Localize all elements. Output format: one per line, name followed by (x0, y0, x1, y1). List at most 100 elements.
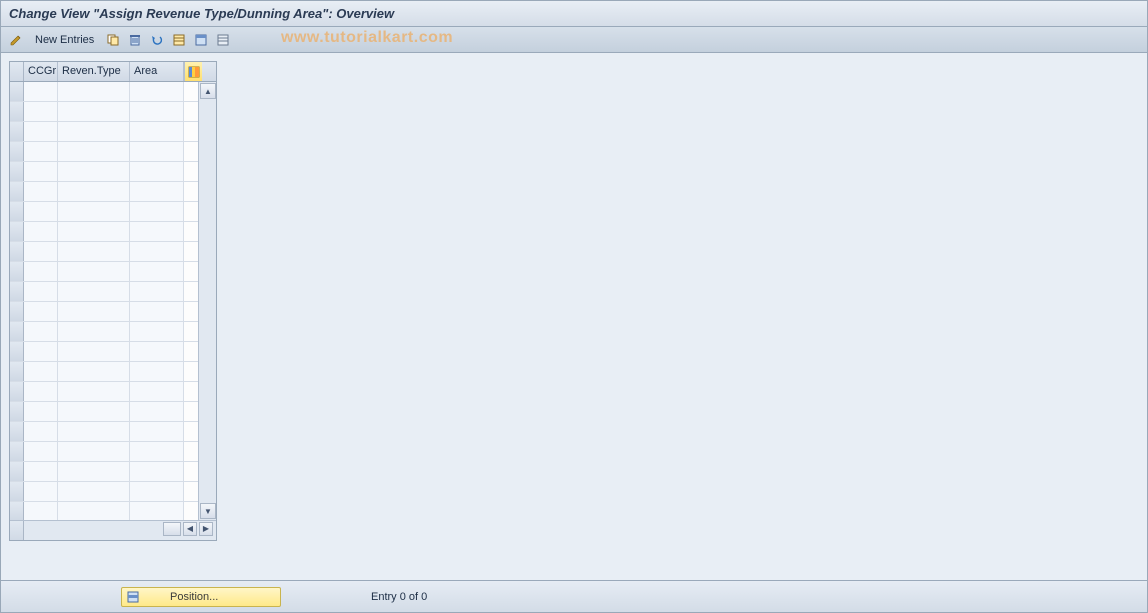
cell-ccgr[interactable] (24, 242, 58, 261)
cell-ccgr[interactable] (24, 82, 58, 101)
cell-area[interactable] (130, 442, 184, 461)
cell-area[interactable] (130, 362, 184, 381)
deselect-all-icon[interactable] (214, 31, 232, 49)
horizontal-scrollbar[interactable]: ◀ ▶ (25, 522, 215, 540)
cell-area[interactable] (130, 262, 184, 281)
cell-area[interactable] (130, 342, 184, 361)
row-selector[interactable] (10, 462, 24, 481)
cell-ccgr[interactable] (24, 182, 58, 201)
row-selector[interactable] (10, 82, 24, 101)
select-all-rows-button[interactable] (10, 62, 24, 81)
cell-ccgr[interactable] (24, 222, 58, 241)
cell-ccgr[interactable] (24, 302, 58, 321)
column-header-ccgr[interactable]: CCGr (24, 62, 58, 81)
row-selector[interactable] (10, 122, 24, 141)
cell-area[interactable] (130, 102, 184, 121)
row-selector[interactable] (10, 322, 24, 341)
table-row[interactable] (10, 462, 198, 482)
cell-reven-type[interactable] (58, 242, 130, 261)
scroll-down-button[interactable]: ▼ (200, 503, 216, 519)
table-row[interactable] (10, 502, 198, 520)
cell-area[interactable] (130, 162, 184, 181)
footer-selector[interactable] (10, 521, 24, 540)
cell-reven-type[interactable] (58, 262, 130, 281)
cell-reven-type[interactable] (58, 502, 130, 520)
table-settings-button[interactable] (184, 62, 202, 81)
row-selector[interactable] (10, 262, 24, 281)
copy-as-icon[interactable] (104, 31, 122, 49)
cell-reven-type[interactable] (58, 102, 130, 121)
cell-reven-type[interactable] (58, 182, 130, 201)
vertical-scrollbar[interactable]: ▲ ▼ (198, 82, 216, 520)
cell-ccgr[interactable] (24, 402, 58, 421)
table-row[interactable] (10, 322, 198, 342)
cell-area[interactable] (130, 322, 184, 341)
cell-reven-type[interactable] (58, 442, 130, 461)
cell-ccgr[interactable] (24, 382, 58, 401)
cell-area[interactable] (130, 422, 184, 441)
cell-ccgr[interactable] (24, 102, 58, 121)
row-selector[interactable] (10, 302, 24, 321)
scroll-up-button[interactable]: ▲ (200, 83, 216, 99)
table-row[interactable] (10, 242, 198, 262)
cell-area[interactable] (130, 182, 184, 201)
row-selector[interactable] (10, 342, 24, 361)
scroll-left-button[interactable]: ◀ (183, 522, 197, 536)
scroll-right-button[interactable]: ▶ (199, 522, 213, 536)
cell-reven-type[interactable] (58, 462, 130, 481)
cell-ccgr[interactable] (24, 422, 58, 441)
cell-ccgr[interactable] (24, 442, 58, 461)
cell-ccgr[interactable] (24, 262, 58, 281)
cell-area[interactable] (130, 382, 184, 401)
table-row[interactable] (10, 482, 198, 502)
row-selector[interactable] (10, 162, 24, 181)
table-row[interactable] (10, 302, 198, 322)
table-row[interactable] (10, 422, 198, 442)
cell-reven-type[interactable] (58, 322, 130, 341)
table-row[interactable] (10, 282, 198, 302)
row-selector[interactable] (10, 242, 24, 261)
cell-area[interactable] (130, 122, 184, 141)
table-row[interactable] (10, 442, 198, 462)
select-all-icon[interactable] (170, 31, 188, 49)
row-selector[interactable] (10, 182, 24, 201)
row-selector[interactable] (10, 142, 24, 161)
row-selector[interactable] (10, 422, 24, 441)
cell-reven-type[interactable] (58, 282, 130, 301)
cell-area[interactable] (130, 402, 184, 421)
row-selector[interactable] (10, 222, 24, 241)
cell-ccgr[interactable] (24, 122, 58, 141)
select-block-icon[interactable] (192, 31, 210, 49)
cell-reven-type[interactable] (58, 402, 130, 421)
undo-change-icon[interactable] (148, 31, 166, 49)
cell-area[interactable] (130, 242, 184, 261)
row-selector[interactable] (10, 102, 24, 121)
cell-ccgr[interactable] (24, 162, 58, 181)
delete-icon[interactable] (126, 31, 144, 49)
cell-area[interactable] (130, 502, 184, 520)
table-row[interactable] (10, 202, 198, 222)
table-row[interactable] (10, 142, 198, 162)
cell-reven-type[interactable] (58, 422, 130, 441)
table-row[interactable] (10, 102, 198, 122)
cell-area[interactable] (130, 482, 184, 501)
toggle-display-change-icon[interactable] (7, 31, 25, 49)
cell-area[interactable] (130, 82, 184, 101)
row-selector[interactable] (10, 382, 24, 401)
table-row[interactable] (10, 342, 198, 362)
row-selector[interactable] (10, 202, 24, 221)
table-row[interactable] (10, 382, 198, 402)
table-row[interactable] (10, 82, 198, 102)
new-entries-button[interactable]: New Entries (29, 34, 100, 46)
cell-area[interactable] (130, 142, 184, 161)
row-selector[interactable] (10, 402, 24, 421)
cell-reven-type[interactable] (58, 382, 130, 401)
table-row[interactable] (10, 162, 198, 182)
table-row[interactable] (10, 262, 198, 282)
row-selector[interactable] (10, 502, 24, 520)
cell-reven-type[interactable] (58, 82, 130, 101)
cell-ccgr[interactable] (24, 362, 58, 381)
table-row[interactable] (10, 122, 198, 142)
column-header-area[interactable]: Area (130, 62, 184, 81)
cell-reven-type[interactable] (58, 162, 130, 181)
